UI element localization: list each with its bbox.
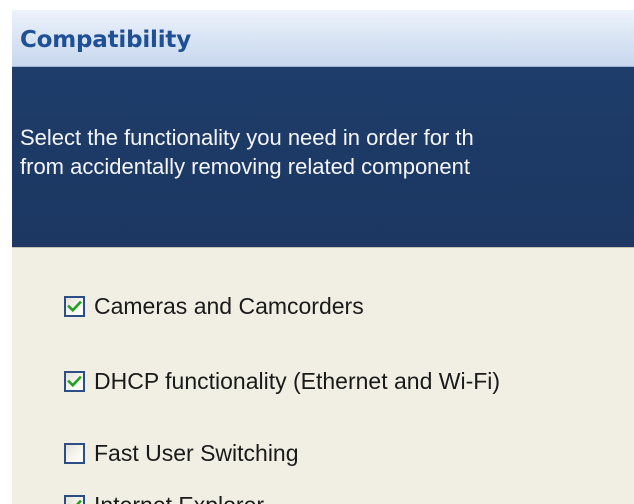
options-panel: Cameras and Camcorders DHCP functionalit… <box>12 247 634 504</box>
description-line-1: Select the functionality you need in ord… <box>20 125 474 150</box>
compatibility-window: Compatibility Select the functionality y… <box>12 10 634 504</box>
checkmark-icon <box>68 499 82 504</box>
title-bar: Compatibility <box>12 10 634 67</box>
checkbox[interactable] <box>64 494 85 504</box>
checkmark-icon <box>67 375 82 387</box>
option-cameras-camcorders[interactable]: Cameras and Camcorders <box>64 291 364 321</box>
option-internet-explorer[interactable]: Internet Explorer <box>64 490 264 504</box>
option-label: Fast User Switching <box>94 439 299 466</box>
checkmark-icon <box>67 300 82 312</box>
checkbox[interactable] <box>64 442 85 464</box>
description-line-2: from accidentally removing related compo… <box>20 154 471 179</box>
page-title: Compatibility <box>20 27 192 53</box>
option-dhcp-functionality[interactable]: DHCP functionality (Ethernet and Wi-Fi) <box>64 366 500 396</box>
checkbox[interactable] <box>64 295 85 317</box>
option-label: DHCP functionality (Ethernet and Wi-Fi) <box>94 367 501 394</box>
checkbox[interactable] <box>64 370 85 392</box>
option-label: Cameras and Camcorders <box>94 292 364 319</box>
option-label: Internet Explorer <box>94 492 264 504</box>
description-banner: Select the functionality you need in ord… <box>12 67 634 247</box>
description-text: Select the functionality you need in ord… <box>20 123 634 181</box>
option-fast-user-switching[interactable]: Fast User Switching <box>64 438 299 468</box>
